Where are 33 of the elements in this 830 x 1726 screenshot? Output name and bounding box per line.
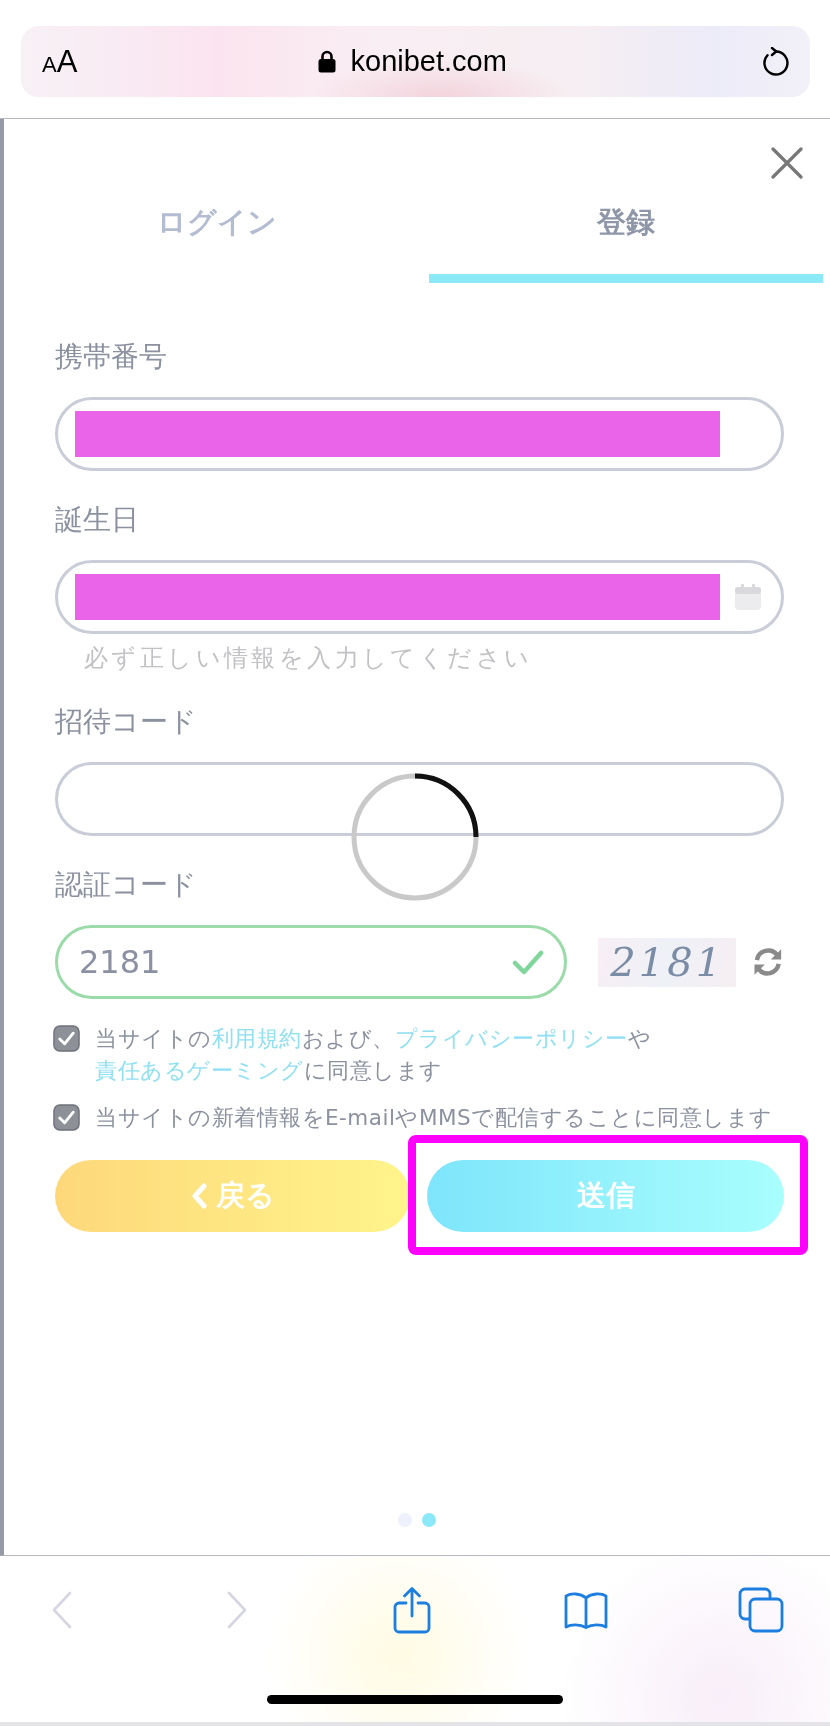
checkbox[interactable] xyxy=(53,1025,80,1052)
check-icon xyxy=(512,949,544,975)
field-label: 誕生日 xyxy=(55,503,140,537)
reload-icon[interactable] xyxy=(761,46,791,77)
submit-button[interactable]: 送信 xyxy=(427,1160,784,1232)
text-size-button[interactable]: AA xyxy=(42,46,78,77)
field-label: 認証コード xyxy=(55,868,198,902)
tab[interactable]: ログイン xyxy=(4,179,429,283)
captcha-field[interactable]: 2181 xyxy=(55,925,567,999)
consent-text: 当サイトの新着情報をE-mailやMMSで配信することに同意します xyxy=(95,1104,773,1132)
text-link[interactable]: 利用規約 xyxy=(211,1026,302,1051)
back-button[interactable]: 戻る xyxy=(55,1160,410,1232)
tab[interactable]: 登録 xyxy=(429,179,823,283)
url-text: konibet.com xyxy=(350,44,507,79)
field-label: 携帯番号 xyxy=(55,340,168,374)
tabs-icon[interactable] xyxy=(738,1587,784,1633)
field-label: 招待コード xyxy=(55,705,198,739)
captcha-image: 2181 xyxy=(598,937,737,987)
close-icon[interactable] xyxy=(771,147,803,179)
address-bar[interactable]: AA konibet.com xyxy=(21,26,810,97)
book-icon[interactable] xyxy=(564,1591,609,1629)
input-field[interactable] xyxy=(55,762,784,836)
chevron-left-icon xyxy=(190,1183,208,1209)
input-field[interactable] xyxy=(55,397,784,471)
date-field[interactable] xyxy=(55,560,784,634)
share-icon[interactable] xyxy=(392,1586,431,1634)
refresh-icon[interactable] xyxy=(752,947,784,977)
text-link[interactable]: プライバシーポリシー xyxy=(394,1026,628,1051)
pager-dot[interactable] xyxy=(422,1513,436,1527)
text-link[interactable]: 責任あるゲーミング xyxy=(95,1058,304,1083)
consent-text: 当サイトの利用規約および、プライバシーポリシーや 責任あるゲーミングに同意します xyxy=(95,1025,652,1085)
checkbox[interactable] xyxy=(53,1104,80,1131)
hint-text: 必ず正しい情報を入力してください xyxy=(83,643,534,673)
